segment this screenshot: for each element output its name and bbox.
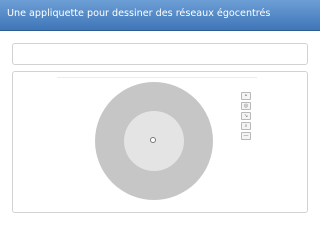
canvas-top-edge: [57, 77, 257, 78]
ego-node-icon: ◎: [243, 103, 249, 109]
outer-circle[interactable]: [95, 82, 213, 200]
ego-node-button[interactable]: ◎: [241, 102, 251, 110]
zoom-button[interactable]: ⌕: [241, 122, 251, 130]
add-edge-icon: ↘: [243, 113, 249, 119]
clear-icon: —: [243, 133, 249, 139]
clear-button[interactable]: —: [241, 132, 251, 140]
drawing-panel: • ◎ ↘ ⌕ —: [12, 71, 308, 213]
top-panel: [12, 43, 308, 65]
page-title: Une appliquette pour dessiner des réseau…: [7, 8, 271, 19]
inner-circle[interactable]: [124, 111, 184, 171]
add-node-icon: •: [244, 93, 248, 99]
title-bar: Une appliquette pour dessiner des réseau…: [0, 0, 320, 31]
ego-node[interactable]: [150, 137, 156, 143]
zoom-icon: ⌕: [244, 123, 248, 129]
add-edge-button[interactable]: ↘: [241, 112, 251, 120]
add-node-button[interactable]: •: [241, 92, 251, 100]
